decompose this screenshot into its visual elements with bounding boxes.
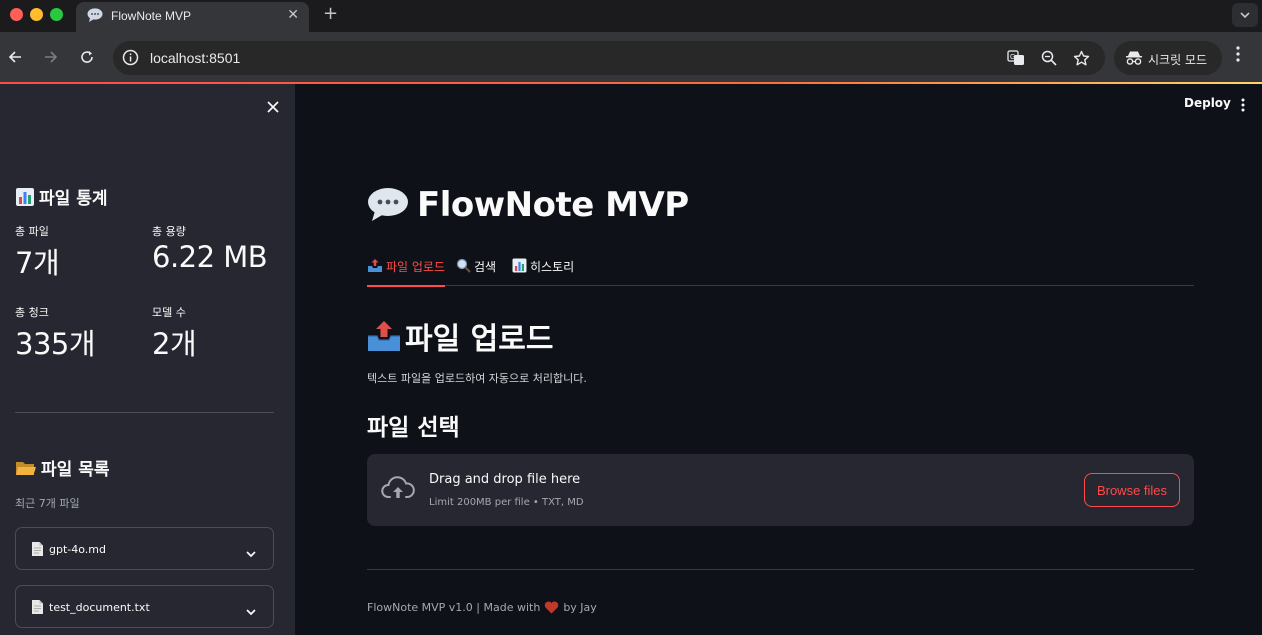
file-dropzone[interactable]: Drag and drop file here Limit 200MB per … <box>367 454 1194 526</box>
new-tab-icon[interactable]: + <box>323 4 338 24</box>
deploy-button[interactable]: Deploy <box>1184 96 1231 110</box>
browser-tab-strip: FlowNote MVP ✕ + <box>0 0 1262 32</box>
maximize-window-button[interactable] <box>50 8 63 21</box>
metric-value: 6.22 MB <box>152 240 268 274</box>
chevron-down-icon <box>1240 11 1250 18</box>
incognito-badge[interactable]: 시크릿 모드 <box>1114 41 1222 75</box>
back-icon[interactable] <box>3 45 27 69</box>
tab-label: 파일 업로드 <box>386 260 446 274</box>
browser-menu-icon[interactable] <box>1236 46 1240 66</box>
browser-tab[interactable]: FlowNote MVP ✕ <box>76 2 309 32</box>
files-caption: 최근 7개 파일 <box>15 497 80 510</box>
metric-value: 2개 <box>152 327 197 361</box>
sidebar-divider <box>15 412 274 413</box>
speech-bubble-icon <box>87 8 103 27</box>
cloud-upload-icon <box>381 475 415 505</box>
main-content: Deploy FlowNote MVP 파일 업로드 검색 히스토리 파일 업로… <box>295 84 1262 635</box>
site-info-icon[interactable] <box>122 49 139 70</box>
translate-icon[interactable]: G <box>1007 49 1025 67</box>
tab-search[interactable]: 검색 <box>456 256 496 286</box>
browse-files-button[interactable]: Browse files <box>1084 473 1180 507</box>
bar-chart-icon <box>512 258 527 273</box>
file-name: test_document.txt <box>49 601 150 614</box>
file-name: gpt-4o.md <box>49 543 106 556</box>
metric-label: 총 파일 <box>15 225 49 238</box>
metric-label: 모델 수 <box>152 306 186 319</box>
tab-close-icon[interactable]: ✕ <box>287 7 299 23</box>
metric-value: 7개 <box>15 246 60 280</box>
section-description: 텍스트 파일을 업로드하여 자동으로 처리합니다. <box>367 372 587 385</box>
bookmark-star-icon[interactable] <box>1072 49 1090 67</box>
incognito-icon <box>1125 50 1143 70</box>
bar-chart-icon <box>15 187 35 207</box>
outbox-tray-icon <box>367 258 383 273</box>
stats-heading: 파일 통계 <box>15 184 107 209</box>
file-expander[interactable]: gpt-4o.md <box>15 527 274 570</box>
tab-label: 검색 <box>474 260 497 274</box>
footer: FlowNote MVP v1.0 | Made with by Jay <box>367 601 597 614</box>
document-icon <box>31 599 44 619</box>
minimize-window-button[interactable] <box>30 8 43 21</box>
app-menu-icon[interactable] <box>1241 97 1245 116</box>
document-icon <box>31 541 44 561</box>
forward-icon[interactable] <box>39 45 63 69</box>
tab-search-button[interactable] <box>1232 3 1258 27</box>
zoom-icon[interactable] <box>1040 49 1058 67</box>
metric-value: 335개 <box>15 327 96 361</box>
svg-text:G: G <box>1010 54 1015 61</box>
sidebar: 파일 통계 총 파일 7개 총 용량 6.22 MB 총 청크 335개 모델 … <box>0 84 295 635</box>
close-window-button[interactable] <box>10 8 23 21</box>
chevron-down-icon <box>246 543 256 562</box>
outbox-tray-icon <box>367 320 401 352</box>
files-heading: 파일 목록 <box>15 455 109 480</box>
chevron-down-icon <box>246 601 256 620</box>
tab-label: 히스토리 <box>530 260 575 274</box>
footer-text: FlowNote MVP v1.0 | Made with <box>367 601 541 614</box>
magnifier-icon <box>456 258 471 273</box>
open-folder-icon <box>15 459 37 477</box>
metric-label: 총 청크 <box>15 306 49 319</box>
footer-divider <box>367 569 1194 570</box>
heart-icon <box>544 601 559 614</box>
section-title-text: 파일 업로드 <box>405 322 554 357</box>
metric-label: 총 용량 <box>152 225 186 238</box>
close-sidebar-icon[interactable] <box>267 98 279 117</box>
footer-author: by Jay <box>563 601 597 614</box>
tab-upload[interactable]: 파일 업로드 <box>367 256 446 287</box>
tab-history[interactable]: 히스토리 <box>512 256 574 286</box>
dropzone-limit-text: Limit 200MB per file • TXT, MD <box>429 497 584 508</box>
file-expander[interactable]: test_document.txt <box>15 585 274 628</box>
stats-heading-text: 파일 통계 <box>39 189 108 209</box>
dropzone-title: Drag and drop file here <box>429 472 581 487</box>
page-title-text: FlowNote MVP <box>417 185 689 225</box>
address-bar[interactable]: localhost:8501 G <box>113 41 1105 75</box>
incognito-label: 시크릿 모드 <box>1148 53 1208 67</box>
uploader-label: 파일 선택 <box>367 415 460 441</box>
section-title: 파일 업로드 <box>367 314 553 358</box>
url-text: localhost:8501 <box>150 50 241 66</box>
tab-list: 파일 업로드 검색 히스토리 <box>367 256 1194 287</box>
tab-title: FlowNote MVP <box>111 9 192 23</box>
speech-bubble-icon <box>367 187 409 223</box>
reload-icon[interactable] <box>75 45 99 69</box>
browser-toolbar: localhost:8501 G 시크릿 모드 <box>0 32 1262 82</box>
page-title: FlowNote MVP <box>367 185 689 225</box>
files-heading-text: 파일 목록 <box>41 460 110 480</box>
